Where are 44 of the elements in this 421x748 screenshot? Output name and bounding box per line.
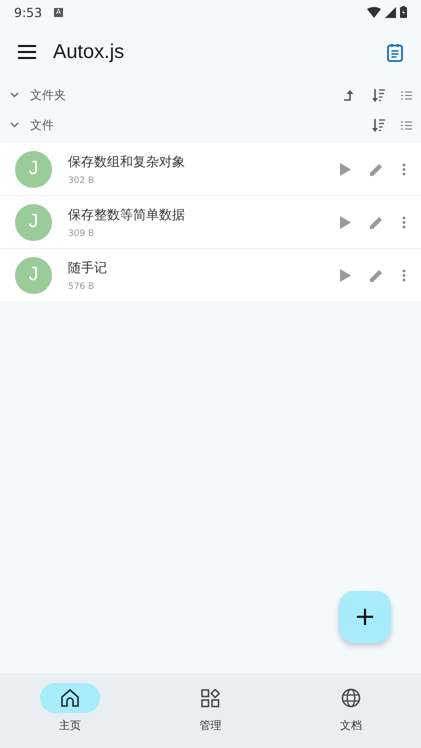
section-label: 文件夹 xyxy=(30,86,66,104)
file-name: 保存数组和复杂对象 xyxy=(68,154,186,170)
play-icon[interactable] xyxy=(340,268,351,282)
nav-tab[interactable]: 主页 xyxy=(0,673,140,748)
file-size: 576 B xyxy=(68,282,96,292)
file-avatar: J xyxy=(15,256,52,294)
clipboard-icon[interactable] xyxy=(387,42,403,62)
wifi-icon xyxy=(367,6,381,18)
file-size: 302 B xyxy=(68,176,96,186)
signal-icon xyxy=(385,6,396,18)
file-item[interactable]: J 随手记 576 B xyxy=(0,249,421,301)
pencil-icon[interactable] xyxy=(370,268,383,282)
add-button[interactable]: + xyxy=(339,591,391,643)
file-name: 随手记 xyxy=(68,260,108,276)
file-item[interactable]: J 保存整数等简单数据 309 B xyxy=(0,196,421,249)
file-item[interactable]: J 保存数组和复杂对象 302 B xyxy=(0,143,421,196)
grid-icon xyxy=(200,688,220,708)
list-icon[interactable] xyxy=(401,90,412,100)
menu-icon[interactable] xyxy=(18,45,36,59)
pencil-icon[interactable] xyxy=(370,162,383,176)
file-avatar: J xyxy=(15,150,52,188)
sort-icon[interactable] xyxy=(372,118,385,132)
pencil-icon[interactable] xyxy=(370,216,383,228)
play-icon[interactable] xyxy=(340,216,351,228)
more-icon[interactable] xyxy=(402,268,406,282)
battery-icon xyxy=(400,6,407,18)
nav-tab[interactable]: 文档 xyxy=(280,673,421,748)
more-icon[interactable] xyxy=(402,216,406,228)
arrow-icon[interactable] xyxy=(343,89,356,101)
file-size: 309 B xyxy=(68,228,96,238)
app-title: Autox.js xyxy=(53,40,124,64)
nav-tab[interactable]: 管理 xyxy=(140,673,281,748)
list-icon[interactable] xyxy=(401,120,412,130)
status-time: 9:53 xyxy=(14,4,42,20)
file-name: 保存整数等简单数据 xyxy=(68,206,186,224)
chevron-icon[interactable] xyxy=(10,92,19,98)
more-icon[interactable] xyxy=(402,162,406,176)
chevron-icon[interactable] xyxy=(10,122,19,128)
home-icon xyxy=(60,688,80,708)
sort-icon[interactable] xyxy=(372,88,385,102)
file-avatar: J xyxy=(15,204,52,240)
section-label: 文件 xyxy=(30,116,54,134)
play-icon[interactable] xyxy=(340,162,351,176)
globe-icon xyxy=(340,688,361,708)
